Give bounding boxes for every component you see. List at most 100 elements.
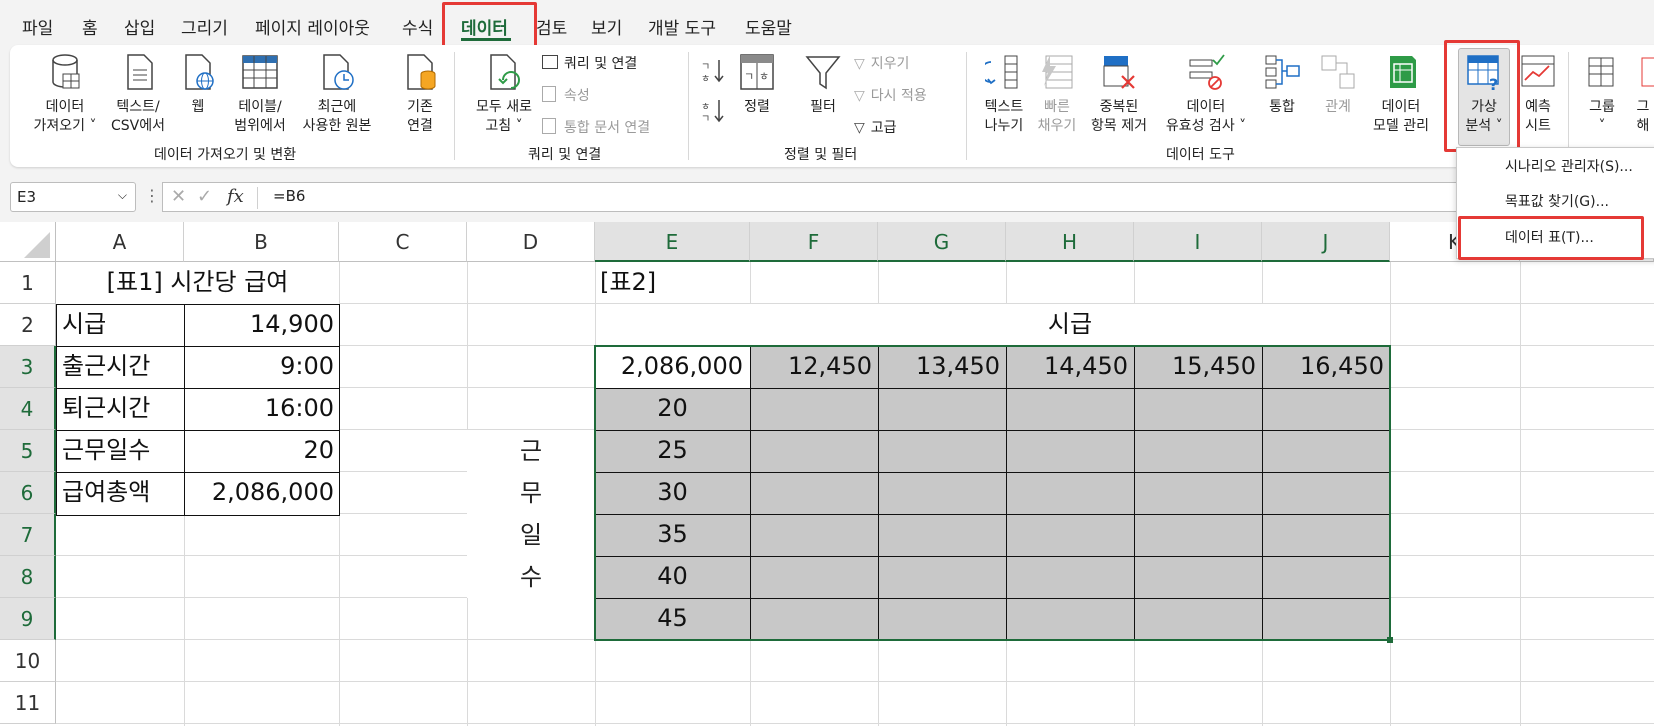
- data-model-button[interactable]: 데이터 모델 관리: [1362, 52, 1440, 136]
- wage-value-cell[interactable]: 16,450: [1262, 346, 1384, 387]
- days-value-cell[interactable]: 45: [595, 598, 750, 639]
- properties-button[interactable]: 속성: [542, 85, 590, 105]
- tab-help[interactable]: 도움말: [745, 14, 792, 39]
- column-header-i[interactable]: I: [1134, 222, 1262, 262]
- remove-duplicates-button[interactable]: 중복된 항목 제거: [1086, 52, 1152, 136]
- column-header-a[interactable]: A: [56, 222, 184, 262]
- enter-icon[interactable]: ✓: [197, 186, 212, 207]
- table1-label-wage[interactable]: 시급: [62, 304, 106, 345]
- insert-function-icon[interactable]: fx: [227, 186, 244, 207]
- more-options-icon[interactable]: ⋮: [144, 186, 160, 205]
- existing-connections-button[interactable]: 기존 연결: [396, 52, 444, 136]
- name-box[interactable]: E3 ⌵: [10, 182, 136, 212]
- cancel-icon[interactable]: ✕: [171, 186, 186, 207]
- table1-label-start[interactable]: 출근시간: [62, 346, 150, 387]
- text-csv-button[interactable]: 텍스트/ CSV에서: [104, 52, 172, 136]
- data-validation-button[interactable]: 데이터 유효성 검사 ˅: [1156, 52, 1256, 136]
- formula-input[interactable]: =B6: [273, 187, 305, 205]
- tab-review[interactable]: 검토: [536, 14, 567, 39]
- tab-file[interactable]: 파일: [22, 14, 53, 39]
- column-header-d[interactable]: D: [467, 222, 595, 262]
- table2-days-vertical-header[interactable]: 근 무 일 수: [467, 430, 595, 598]
- tab-insert[interactable]: 삽입: [124, 14, 155, 39]
- name-box-dropdown-icon[interactable]: ⌵: [118, 188, 127, 203]
- days-value-cell[interactable]: 25: [595, 430, 750, 471]
- relationships-button[interactable]: 관계: [1318, 52, 1358, 117]
- row-header-8[interactable]: 8: [0, 556, 56, 598]
- tab-view[interactable]: 보기: [591, 14, 622, 39]
- row-header-5[interactable]: 5: [0, 430, 56, 472]
- table2-formula-cell[interactable]: 2,086,000: [595, 346, 743, 387]
- advanced-filter-button[interactable]: ▽ 고급: [854, 117, 897, 137]
- tab-formulas[interactable]: 수식: [402, 14, 433, 39]
- row-header-2[interactable]: 2: [0, 304, 56, 346]
- forecast-sheet-button[interactable]: 예측 시트: [1516, 52, 1560, 136]
- days-value-cell[interactable]: 40: [595, 556, 750, 597]
- column-header-b[interactable]: B: [184, 222, 339, 262]
- row-header-9[interactable]: 9: [0, 598, 56, 640]
- flash-fill-button[interactable]: 빠른 채우기: [1034, 52, 1080, 136]
- tab-developer[interactable]: 개발 도구: [648, 14, 716, 39]
- row-header-3[interactable]: 3: [0, 346, 56, 388]
- table1-value-wage[interactable]: 14,900: [184, 304, 334, 345]
- wage-value-cell[interactable]: 14,450: [1006, 346, 1128, 387]
- table2-title[interactable]: [표2]: [600, 262, 656, 303]
- worksheet-grid[interactable]: A B C D E F G H I J K 1 2 3 4 5 6 7 8 9 …: [0, 222, 1654, 726]
- recent-sources-button[interactable]: 최근에 사용한 원본: [294, 52, 380, 136]
- wage-value-cell[interactable]: 12,450: [750, 346, 872, 387]
- table1-value-end[interactable]: 16:00: [184, 388, 334, 429]
- table1-value-start[interactable]: 9:00: [184, 346, 334, 387]
- clear-filter-button[interactable]: ▽ 지우기: [854, 53, 909, 73]
- queries-connections-button[interactable]: 쿼리 및 연결: [542, 53, 637, 73]
- column-header-f[interactable]: F: [750, 222, 878, 262]
- tab-page-layout[interactable]: 페이지 레이아웃: [255, 14, 370, 39]
- table-range-button[interactable]: 테이블/ 범위에서: [224, 52, 296, 136]
- table2-wage-header[interactable]: 시급: [750, 304, 1390, 345]
- existing-connections-icon: [407, 54, 436, 90]
- text-csv-label1: 텍스트/: [116, 99, 160, 115]
- tab-draw[interactable]: 그리기: [181, 14, 228, 39]
- row-header-7[interactable]: 7: [0, 514, 56, 556]
- row-header-1[interactable]: 1: [0, 262, 56, 304]
- refresh-all-button[interactable]: 모두 새로 고침 ˅: [466, 52, 542, 136]
- edit-links-button[interactable]: 통합 문서 연결: [542, 117, 650, 137]
- fill-handle[interactable]: [1387, 637, 1393, 643]
- wage-value-cell[interactable]: 13,450: [878, 346, 1000, 387]
- table1-label-total[interactable]: 급여총액: [62, 472, 150, 513]
- column-header-h[interactable]: H: [1006, 222, 1134, 262]
- days-value-cell[interactable]: 30: [595, 472, 750, 513]
- highlight-data-table-item: [1458, 216, 1644, 260]
- column-header-e[interactable]: E: [595, 222, 750, 262]
- row-header-4[interactable]: 4: [0, 388, 56, 430]
- group-button[interactable]: 그룹 ˅: [1582, 52, 1622, 136]
- days-value-cell[interactable]: 35: [595, 514, 750, 555]
- sort-ascending-icon[interactable]: ㄱㅎ: [700, 56, 726, 90]
- consolidate-button[interactable]: 통합: [1262, 52, 1302, 117]
- table1-value-total[interactable]: 2,086,000: [184, 472, 334, 513]
- wage-value-cell[interactable]: 15,450: [1134, 346, 1256, 387]
- web-button[interactable]: 웹: [176, 52, 220, 117]
- select-all-corner[interactable]: [0, 222, 56, 262]
- sort-descending-icon[interactable]: ㅎㄱ: [700, 96, 726, 130]
- days-value-cell[interactable]: 20: [595, 388, 750, 429]
- tab-home[interactable]: 홈: [82, 14, 98, 39]
- table1-value-days[interactable]: 20: [184, 430, 334, 471]
- menu-item-scenario-manager[interactable]: 시나리오 관리자(S)...: [1505, 156, 1633, 176]
- table1-label-days[interactable]: 근무일수: [62, 430, 150, 471]
- table1-title[interactable]: [표1] 시간당 급여: [56, 262, 339, 304]
- reapply-button[interactable]: ▽ 다시 적용: [854, 85, 927, 105]
- column-header-g[interactable]: G: [878, 222, 1006, 262]
- column-header-c[interactable]: C: [339, 222, 467, 262]
- row-header-6[interactable]: 6: [0, 472, 56, 514]
- table1-label-end[interactable]: 퇴근시간: [62, 388, 150, 429]
- get-data-button[interactable]: 데이터 가져오기 ˅: [22, 52, 108, 136]
- text-to-columns-button[interactable]: 텍스트 나누기: [978, 52, 1030, 136]
- refresh-icon: [490, 54, 520, 90]
- sort-button[interactable]: ㄱㅎ 정렬: [734, 52, 780, 117]
- column-header-j[interactable]: J: [1262, 222, 1390, 262]
- row-header-10[interactable]: 10: [0, 640, 56, 682]
- ungroup-button[interactable]: 그 해: [1632, 52, 1654, 136]
- row-header-11[interactable]: 11: [0, 682, 56, 724]
- menu-item-goal-seek[interactable]: 목표값 찾기(G)...: [1505, 191, 1609, 211]
- filter-button[interactable]: 필터: [800, 52, 846, 117]
